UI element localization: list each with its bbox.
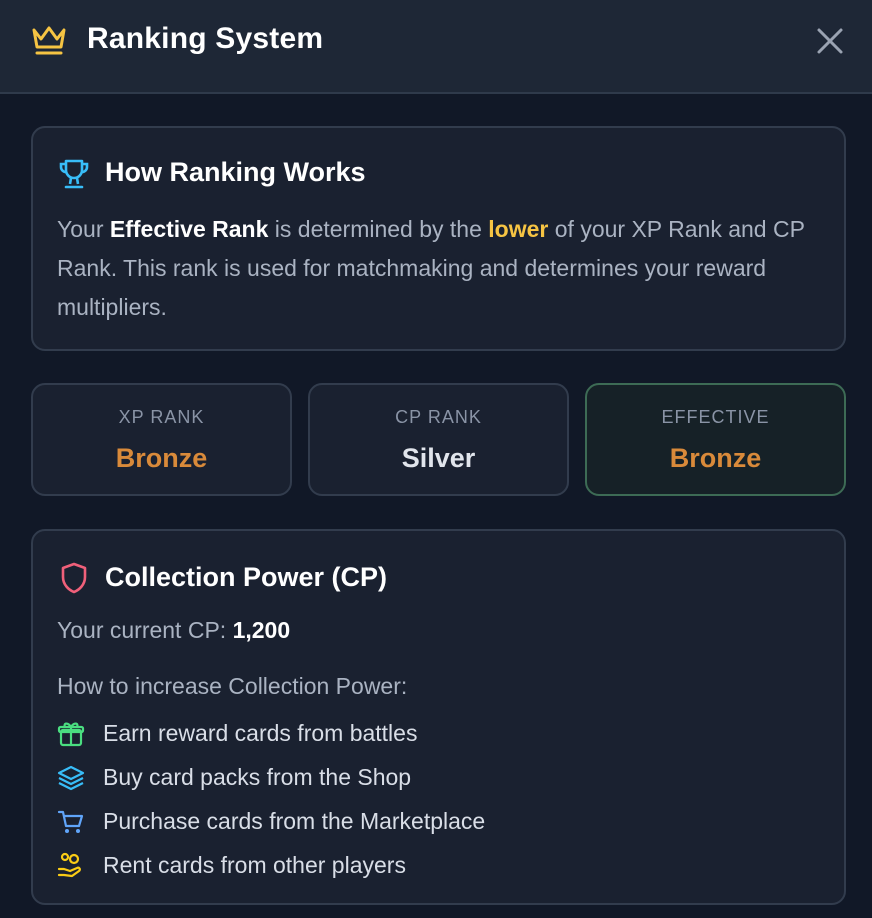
- shield-icon: [61, 562, 87, 594]
- how-ranking-works-description: Your Effective Rank is determined by the…: [57, 216, 805, 320]
- cp-rank-value: Silver: [401, 443, 476, 473]
- cp-rank-label: CP RANK: [395, 407, 482, 427]
- gift-icon: [57, 722, 85, 747]
- how-ranking-works-title: How Ranking Works: [105, 157, 366, 187]
- tip-item: Buy card packs from the Shop: [57, 762, 757, 792]
- modal-title: Ranking System: [87, 22, 324, 55]
- trophy-icon: [59, 159, 89, 189]
- cp-rank-box: CP RANK Silver: [308, 383, 569, 496]
- collection-power-card: Collection Power (CP) Your current CP: 1…: [31, 529, 846, 905]
- lower-highlight: lower: [488, 216, 549, 242]
- current-cp-value: 1,200: [232, 617, 291, 643]
- tip-text: Rent cards from other players: [103, 852, 406, 878]
- ranking-modal: Ranking System How Ranking Works Your Ef…: [0, 0, 872, 918]
- layers-icon: [57, 765, 85, 791]
- xp-rank-label: XP RANK: [118, 407, 205, 427]
- hand-coins-icon: [57, 852, 81, 878]
- modal-header: Ranking System: [0, 0, 872, 94]
- crown-icon: [32, 26, 66, 55]
- tip-item: Rent cards from other players: [57, 850, 757, 880]
- how-ranking-works-card: How Ranking Works Your Effective Rank is…: [31, 126, 846, 351]
- xp-rank-box: XP RANK Bronze: [31, 383, 292, 496]
- current-cp: Your current CP: 1,200: [57, 617, 291, 643]
- effective-rank-value: Bronze: [669, 443, 762, 473]
- how-to-increase-label: How to increase Collection Power:: [57, 673, 408, 699]
- close-icon[interactable]: [812, 23, 848, 59]
- tip-text: Buy card packs from the Shop: [103, 764, 412, 790]
- tip-item: Purchase cards from the Marketplace: [57, 806, 757, 836]
- effective-rank-box: EFFECTIVE Bronze: [585, 383, 846, 496]
- effective-rank-label: EFFECTIVE: [661, 407, 770, 427]
- cart-icon: [57, 810, 84, 833]
- collection-power-title: Collection Power (CP): [105, 562, 388, 592]
- tip-item: Earn reward cards from battles: [57, 718, 757, 748]
- tip-text: Earn reward cards from battles: [103, 720, 418, 746]
- effective-rank-term: Effective Rank: [109, 216, 269, 242]
- xp-rank-value: Bronze: [115, 443, 208, 473]
- tip-text: Purchase cards from the Marketplace: [103, 808, 486, 834]
